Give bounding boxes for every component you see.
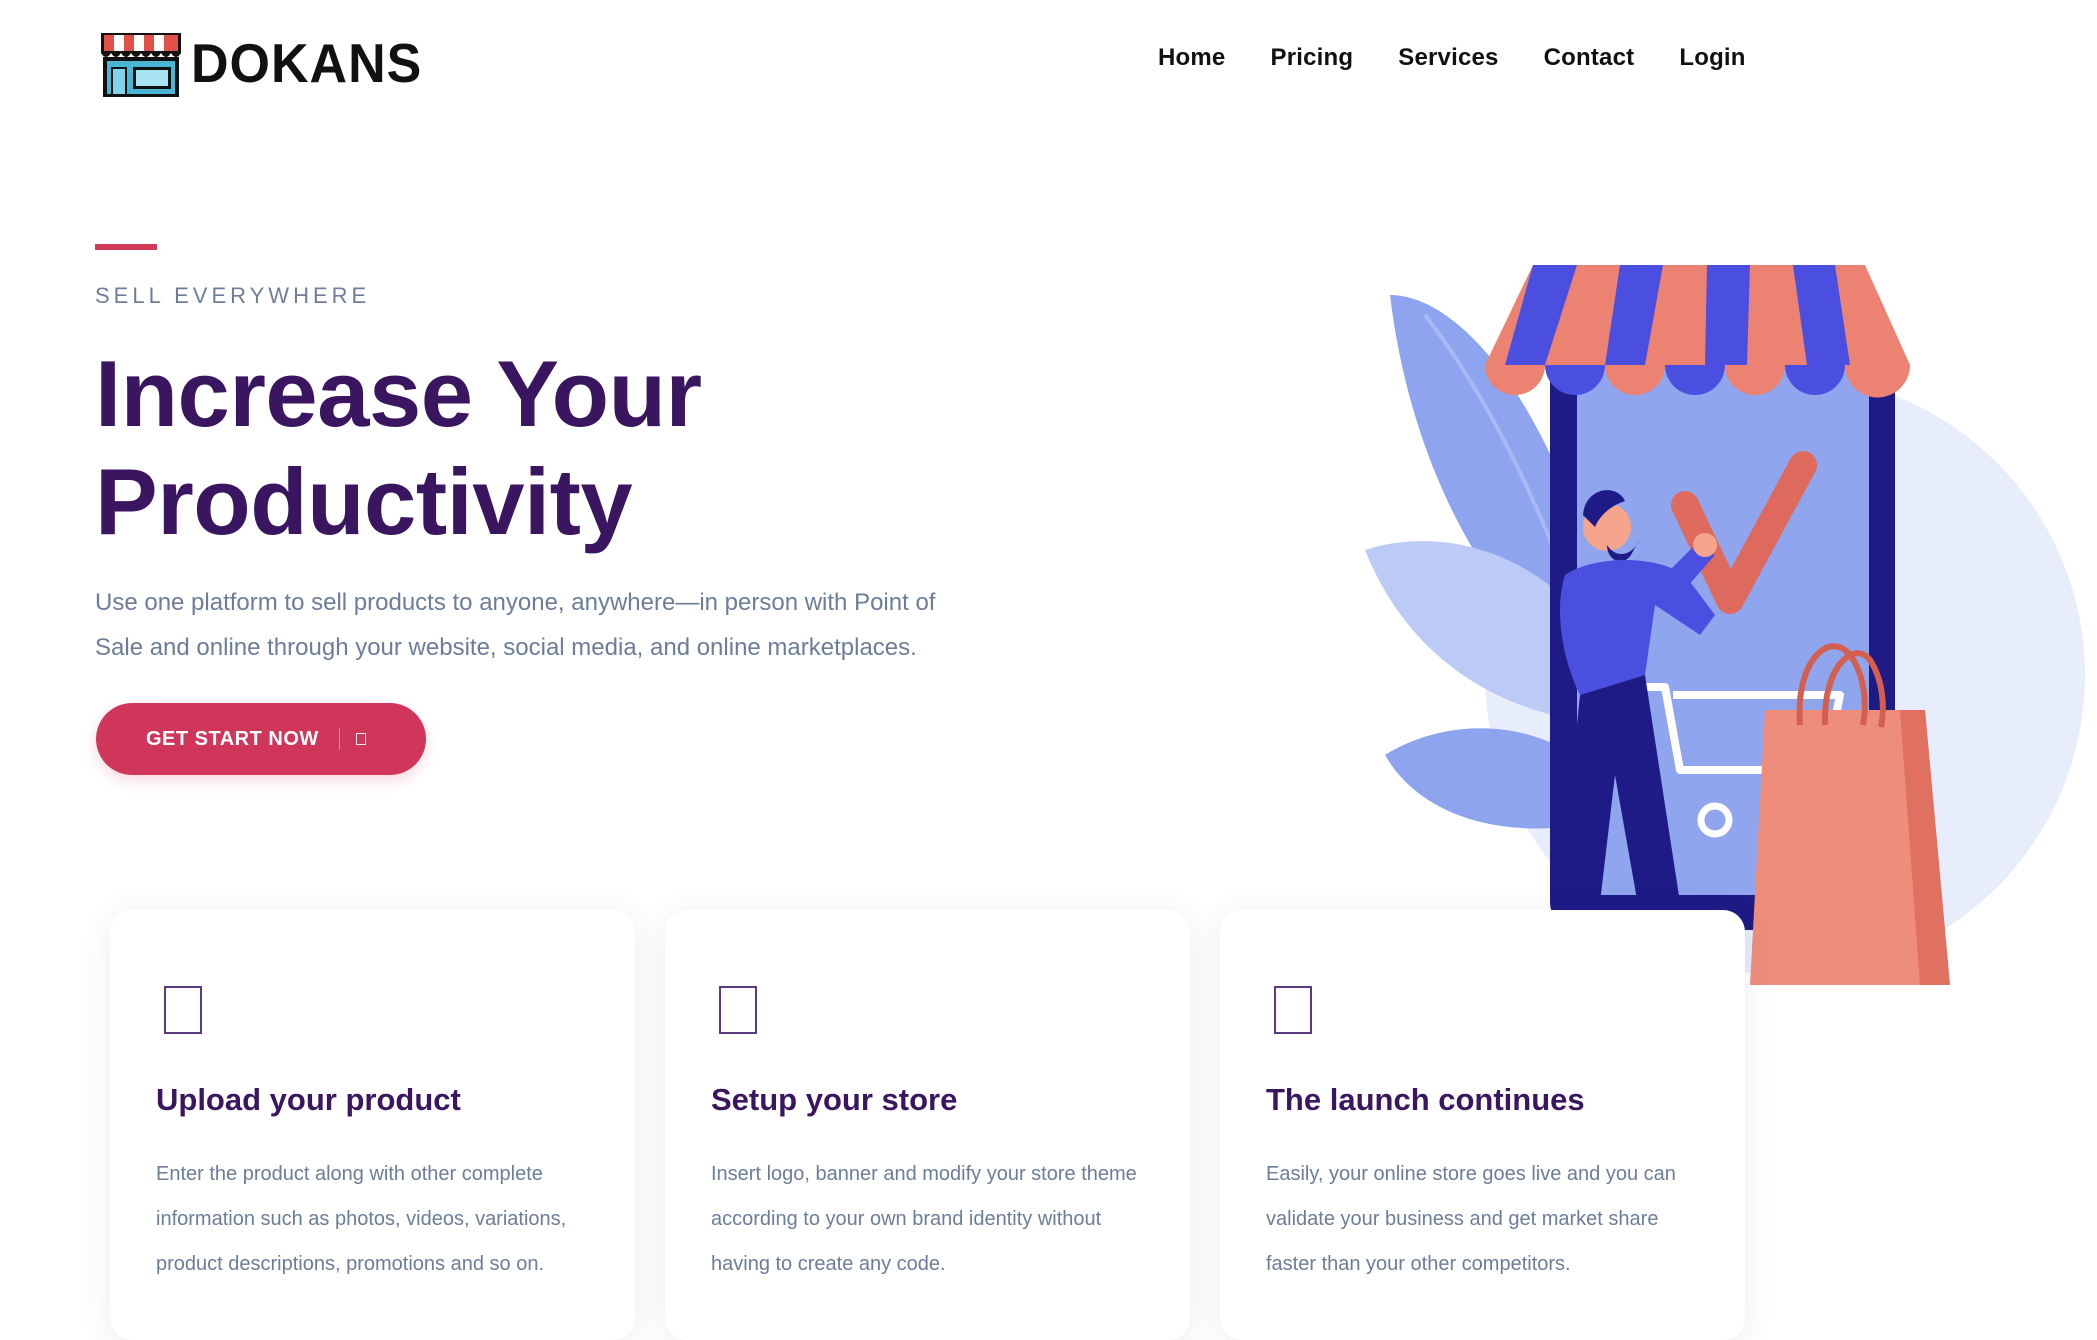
upload-icon — [164, 986, 202, 1034]
nav-login[interactable]: Login — [1679, 44, 1745, 72]
storefront-logo-icon — [101, 33, 181, 97]
nav-contact[interactable]: Contact — [1544, 44, 1635, 72]
get-start-button[interactable]: GET START NOW — [96, 703, 426, 775]
main-nav: Home Pricing Services Contact Login — [1158, 44, 1746, 72]
feature-text: Insert logo, banner and modify your stor… — [711, 1163, 1137, 1275]
cta-divider — [338, 728, 340, 750]
rocket-icon — [1274, 986, 1312, 1034]
feature-card-launch: The launch continues Easily, your online… — [1220, 910, 1745, 1340]
nav-home[interactable]: Home — [1158, 44, 1225, 72]
accent-bar — [95, 244, 157, 250]
cta-label: GET START NOW — [146, 727, 319, 750]
storefront-illustration — [1365, 265, 2085, 985]
feature-title: Upload your product — [156, 1082, 461, 1117]
feature-text: Easily, your online store goes live and … — [1266, 1163, 1676, 1275]
hero-eyebrow: SELL EVERYWHERE — [95, 283, 371, 308]
nav-pricing[interactable]: Pricing — [1270, 44, 1353, 72]
brand-name: DOKANS — [191, 33, 423, 95]
nav-services[interactable]: Services — [1398, 44, 1498, 72]
feature-card-upload: Upload your product Enter the product al… — [110, 910, 635, 1340]
hero-title: Increase Your Productivity — [95, 341, 702, 554]
feature-card-setup: Setup your store Insert logo, banner and… — [665, 910, 1190, 1340]
feature-text: Enter the product along with other compl… — [156, 1163, 567, 1275]
store-icon — [719, 986, 757, 1034]
brand-logo[interactable]: DOKANS — [95, 28, 422, 100]
feature-title: Setup your store — [711, 1082, 958, 1117]
landing-page: DOKANS Home Pricing Services Contact Log… — [0, 0, 2097, 1340]
hero-description: Use one platform to sell products to any… — [95, 589, 936, 661]
feature-title: The launch continues — [1266, 1082, 1585, 1117]
arrow-right-icon — [355, 733, 366, 745]
feature-cards: Upload your product Enter the product al… — [110, 910, 1745, 1340]
